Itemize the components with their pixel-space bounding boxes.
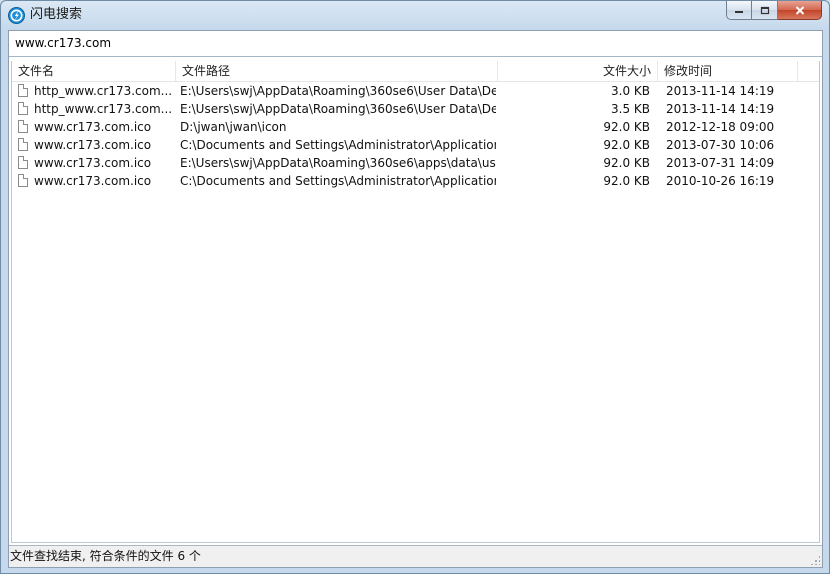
file-path: E:\Users\swj\AppData\Roaming\360se6\User…	[180, 84, 496, 98]
table-row[interactable]: www.cr173.com.ico C:\Documents and Setti…	[12, 172, 819, 190]
column-header-time[interactable]: 修改时间	[658, 61, 798, 81]
maximize-button[interactable]	[752, 1, 778, 20]
table-row[interactable]: www.cr173.com.ico C:\Documents and Setti…	[12, 136, 819, 154]
column-header-path[interactable]: 文件路径	[176, 61, 498, 81]
maximize-icon	[760, 6, 769, 14]
resize-grip-icon[interactable]	[810, 555, 820, 565]
minimize-button[interactable]	[726, 1, 752, 20]
file-name: www.cr173.com.ico	[34, 138, 152, 152]
results-list[interactable]: 文件名 文件路径 文件大小 修改时间 http_www.cr173.com...…	[11, 61, 820, 543]
table-row[interactable]: http_www.cr173.com... E:\Users\swj\AppDa…	[12, 82, 819, 100]
window-title: 闪电搜索	[30, 7, 83, 22]
file-path: C:\Documents and Settings\Administrator\…	[180, 138, 496, 152]
window-controls	[726, 1, 822, 20]
table-row[interactable]: www.cr173.com.ico E:\Users\swj\AppData\R…	[12, 154, 819, 172]
modified-time: 2013-11-14 14:19	[666, 102, 775, 116]
file-name: www.cr173.com.ico	[34, 120, 152, 134]
file-name: www.cr173.com.ico	[34, 174, 152, 188]
status-text: 文件查找结束, 符合条件的文件 6 个	[10, 549, 201, 563]
search-input[interactable]: www.cr173.com	[9, 31, 822, 57]
app-window: 闪电搜索 www.cr173.com 文件名 文件路径 文件大小 修改时间 ht…	[0, 0, 830, 574]
file-size: 3.5 KB	[611, 102, 650, 116]
file-name: www.cr173.com.ico	[34, 156, 152, 170]
close-icon	[795, 5, 804, 15]
column-header-name[interactable]: 文件名	[12, 61, 176, 81]
modified-time: 2012-12-18 09:00	[666, 120, 775, 134]
title-bar[interactable]: 闪电搜索	[1, 1, 829, 29]
file-name: http_www.cr173.com...	[34, 84, 173, 98]
modified-time: 2010-10-26 16:19	[666, 174, 775, 188]
column-header-size[interactable]: 文件大小	[498, 61, 658, 81]
file-path: D:\jwan\jwan\icon	[180, 120, 287, 134]
file-size: 92.0 KB	[603, 138, 650, 152]
file-path: E:\Users\swj\AppData\Roaming\360se6\User…	[180, 102, 496, 116]
modified-time: 2013-07-30 10:06	[666, 138, 775, 152]
file-size: 92.0 KB	[603, 120, 650, 134]
main-panel: www.cr173.com 文件名 文件路径 文件大小 修改时间 http_ww…	[8, 30, 823, 568]
table-row[interactable]: http_www.cr173.com... E:\Users\swj\AppDa…	[12, 100, 819, 118]
status-bar: 文件查找结束, 符合条件的文件 6 个	[9, 545, 822, 567]
lightning-search-app-icon	[8, 7, 25, 24]
file-size: 92.0 KB	[603, 156, 650, 170]
file-name: http_www.cr173.com...	[34, 102, 173, 116]
file-size: 3.0 KB	[611, 84, 650, 98]
list-header: 文件名 文件路径 文件大小 修改时间	[12, 61, 819, 82]
file-path: E:\Users\swj\AppData\Roaming\360se6\apps…	[180, 156, 496, 170]
close-button[interactable]	[778, 1, 822, 20]
modified-time: 2013-07-31 14:09	[666, 156, 775, 170]
file-size: 92.0 KB	[603, 174, 650, 188]
table-row[interactable]: www.cr173.com.ico D:\jwan\jwan\icon 92.0…	[12, 118, 819, 136]
minimize-icon	[735, 11, 743, 13]
file-path: C:\Documents and Settings\Administrator\…	[180, 174, 496, 188]
modified-time: 2013-11-14 14:19	[666, 84, 775, 98]
